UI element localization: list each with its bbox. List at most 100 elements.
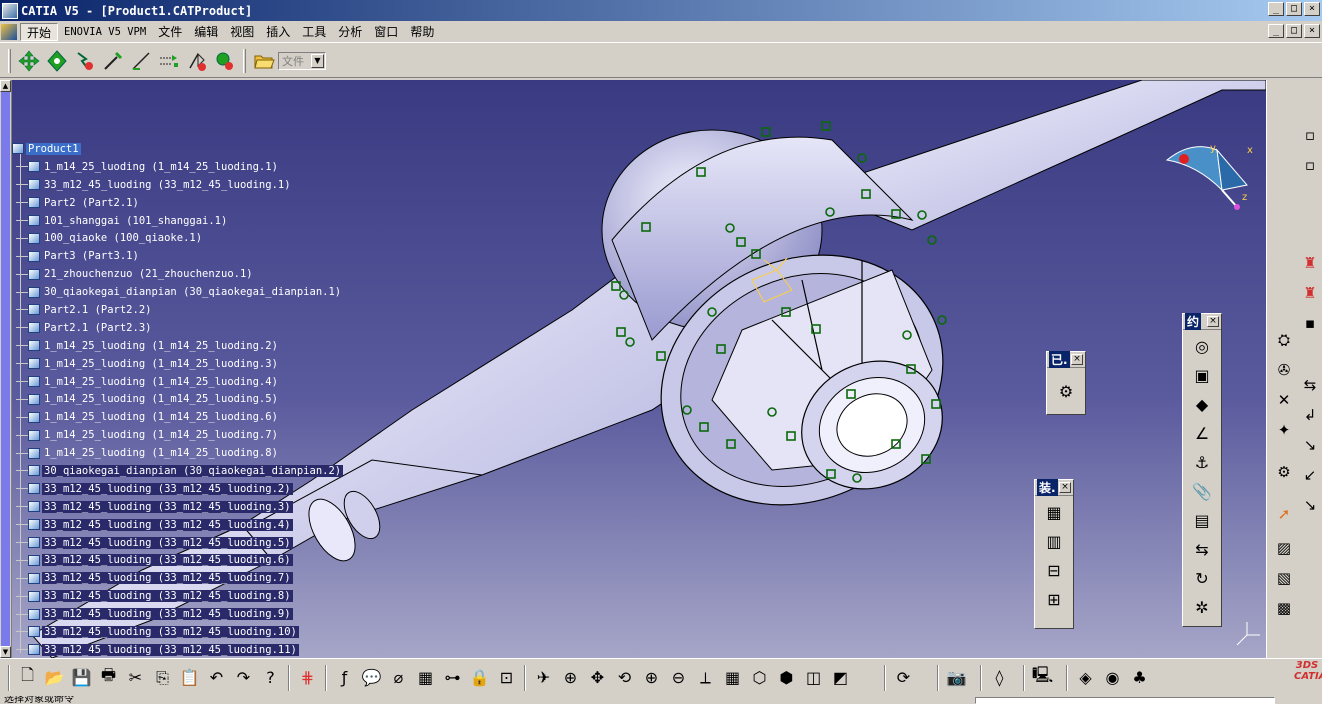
arrow-bottom-icon[interactable]: ↘: [1298, 492, 1322, 518]
tree-item[interactable]: Part2 (Part2.1): [12, 194, 343, 212]
sketch-right-icon[interactable]: ▫: [1298, 122, 1322, 148]
redo-icon[interactable]: ↷: [230, 664, 257, 692]
collision-icon[interactable]: [212, 48, 238, 74]
menu-start[interactable]: 开始: [20, 22, 59, 41]
lock-icon[interactable]: 🔒: [466, 664, 493, 692]
device-icon[interactable]: 🖳: [1029, 664, 1056, 692]
normal-view-icon[interactable]: ⟂: [692, 664, 719, 692]
snap-icon[interactable]: [44, 48, 70, 74]
arrow-right-icon[interactable]: ⇆: [1298, 372, 1322, 398]
doc-minimize-button[interactable]: _: [1268, 24, 1284, 38]
camera-icon[interactable]: 📷: [943, 664, 970, 692]
align-icon[interactable]: [156, 48, 182, 74]
tree-item[interactable]: Part3 (Part3.1): [12, 247, 343, 265]
apply-material-icon[interactable]: ◉: [1099, 664, 1126, 692]
tree-item[interactable]: 33_m12_45_luoding (33_m12_45_luoding.8): [12, 587, 343, 605]
replace-component-icon[interactable]: ⊞: [1041, 586, 1067, 612]
table-icon[interactable]: ▦: [412, 664, 439, 692]
rotate-icon[interactable]: ⟲: [611, 664, 638, 692]
open-folder-icon[interactable]: [251, 48, 277, 74]
stop-manipulate-icon[interactable]: [100, 48, 126, 74]
menu-file[interactable]: 文件: [152, 23, 188, 41]
bom-icon[interactable]: ⊡: [493, 664, 520, 692]
tree-item[interactable]: 33_m12_45_luoding (33_m12_45_luoding.1): [12, 176, 343, 194]
tree-item[interactable]: 1_m14_25_luoding (1_m14_25_luoding.8): [12, 444, 343, 462]
file-type-dropdown[interactable]: 文件 ▼: [278, 51, 326, 70]
manipulate-icon[interactable]: [16, 48, 42, 74]
update-icon[interactable]: ⟳: [890, 664, 917, 692]
grid-icon[interactable]: ⋕: [294, 664, 321, 692]
select-gear-icon[interactable]: ⚙: [1053, 378, 1079, 404]
multi-view-icon[interactable]: ▦: [719, 664, 746, 692]
cut-icon[interactable]: ✂: [122, 664, 149, 692]
reuse-pattern-icon[interactable]: ✲: [1189, 594, 1215, 620]
tree-item[interactable]: 33_m12_45_luoding (33_m12_45_luoding.6): [12, 551, 343, 569]
tree-item[interactable]: 33_m12_45_luoding (33_m12_45_luoding.10): [12, 623, 343, 641]
plane-right-icon[interactable]: ▫: [1298, 152, 1322, 178]
pad-right-icon[interactable]: ♜: [1298, 250, 1322, 276]
fly-mode-icon[interactable]: ✈: [530, 664, 557, 692]
contact-constraint-icon[interactable]: ▣: [1189, 362, 1215, 388]
tree-item[interactable]: 1_m14_25_luoding (1_m14_25_luoding.3): [12, 355, 343, 373]
manipulate-parts-icon[interactable]: ✇: [1272, 357, 1296, 383]
assembly-toolbar-title[interactable]: 装. ×: [1035, 479, 1073, 496]
menu-enovia[interactable]: ENOVIA V5 VPM: [58, 23, 152, 41]
menu-edit[interactable]: 编辑: [188, 23, 224, 41]
tree-item[interactable]: 33_m12_45_luoding (33_m12_45_luoding.2): [12, 480, 343, 498]
toolbar-grip[interactable]: [8, 48, 11, 73]
tree-item[interactable]: 33_m12_45_luoding (33_m12_45_luoding.5): [12, 534, 343, 552]
assembly-toolbar-close-icon[interactable]: ×: [1059, 482, 1071, 493]
formula-icon[interactable]: ƒ: [331, 664, 358, 692]
tree-item[interactable]: 30_qiaokegai_dianpian (30_qiaokegai_dian…: [12, 283, 343, 301]
tree-root[interactable]: Product1: [12, 140, 343, 158]
new-file-icon[interactable]: 🗋: [14, 664, 41, 692]
pan-icon[interactable]: ✥: [584, 664, 611, 692]
tree-item[interactable]: Part2.1 (Part2.3): [12, 319, 343, 337]
tree-scrollbar[interactable]: ▲ ▼: [0, 80, 12, 658]
doc-restore-button[interactable]: □: [1286, 24, 1302, 38]
flexible-icon[interactable]: ⇆: [1189, 536, 1215, 562]
whats-this-icon[interactable]: ?: [257, 664, 284, 692]
offset-constraint-icon[interactable]: ◆: [1189, 391, 1215, 417]
clash-icon[interactable]: [184, 48, 210, 74]
shaft-right-icon[interactable]: ▪: [1298, 310, 1322, 336]
knowledge-icon[interactable]: ⌀: [385, 664, 412, 692]
print-icon[interactable]: 🖶: [95, 664, 122, 692]
menu-insert[interactable]: 插入: [260, 23, 296, 41]
menu-tools[interactable]: 工具: [296, 23, 332, 41]
command-input[interactable]: [975, 697, 1275, 704]
tree-item[interactable]: 33_m12_45_luoding (33_m12_45_luoding.11): [12, 641, 343, 658]
render-icon[interactable]: ♣: [1126, 664, 1153, 692]
sensor-icon[interactable]: [128, 48, 154, 74]
menu-view[interactable]: 视图: [224, 23, 260, 41]
measure-item-icon[interactable]: ▧: [1272, 565, 1296, 591]
tree-item[interactable]: 1_m14_25_luoding (1_m14_25_luoding.1): [12, 158, 343, 176]
constraint-toolbar-close-icon[interactable]: ×: [1207, 316, 1219, 327]
tree-item[interactable]: 1_m14_25_luoding (1_m14_25_luoding.7): [12, 426, 343, 444]
quick-constraint-icon[interactable]: ▤: [1189, 507, 1215, 533]
undo-icon[interactable]: ↶: [203, 664, 230, 692]
already-toolbar-close-icon[interactable]: ×: [1071, 354, 1083, 365]
chevron-down-icon[interactable]: ▼: [311, 53, 324, 68]
tree-item[interactable]: Part2.1 (Part2.2): [12, 301, 343, 319]
fit-all-icon[interactable]: ✕: [1272, 387, 1296, 413]
tree-item[interactable]: 1_m14_25_luoding (1_m14_25_luoding.4): [12, 373, 343, 391]
menu-analysis[interactable]: 分析: [332, 23, 368, 41]
measure-inertia-icon[interactable]: ▩: [1272, 595, 1296, 621]
fix-component-icon[interactable]: ⚓: [1189, 449, 1215, 475]
scroll-down-icon[interactable]: ▼: [0, 646, 11, 658]
zoom-in-icon[interactable]: ⊕: [638, 664, 665, 692]
comment-icon[interactable]: 💬: [358, 664, 385, 692]
zoom-out-icon[interactable]: ⊖: [665, 664, 692, 692]
gear-icon[interactable]: ⚙: [1272, 459, 1296, 485]
catia-app-icon[interactable]: [2, 2, 18, 19]
hide-show-icon[interactable]: ◫: [800, 664, 827, 692]
scroll-up-icon[interactable]: ▲: [0, 80, 11, 92]
open-icon[interactable]: 📂: [41, 664, 68, 692]
coincidence-constraint-icon[interactable]: ◎: [1189, 333, 1215, 359]
swap-space-icon[interactable]: ◩: [827, 664, 854, 692]
tree-item[interactable]: 21_zhouchenzuo (21_zhouchenzuo.1): [12, 265, 343, 283]
tree-item[interactable]: 33_m12_45_luoding (33_m12_45_luoding.3): [12, 498, 343, 516]
explode-icon[interactable]: [72, 48, 98, 74]
tree-item[interactable]: 1_m14_25_luoding (1_m14_25_luoding.2): [12, 337, 343, 355]
